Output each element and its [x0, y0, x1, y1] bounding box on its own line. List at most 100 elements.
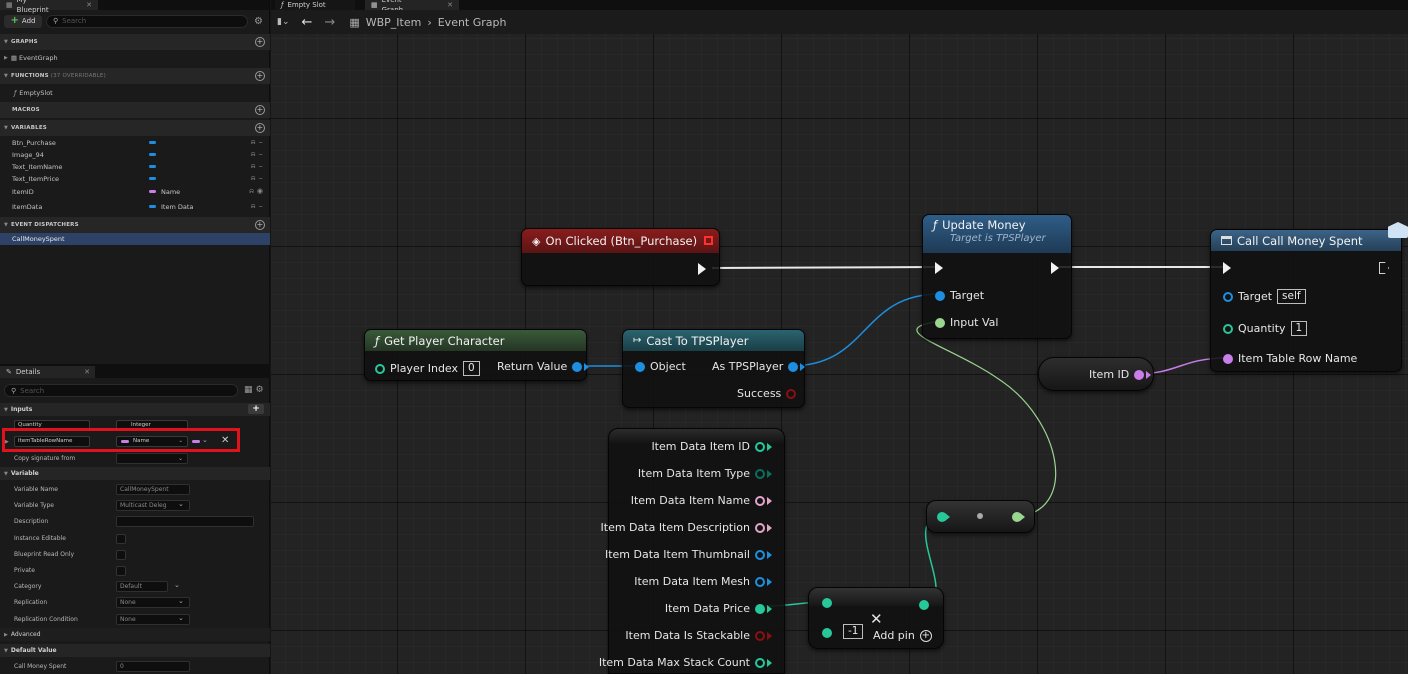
break-struct-pin[interactable]: Item Data Item Type	[638, 467, 772, 480]
node-title: Call Call Money Spent	[1237, 233, 1363, 248]
pin-label: As TPSPlayer	[712, 360, 784, 373]
success-pin[interactable]: Success	[737, 387, 797, 400]
quantity-field[interactable]: 1	[1290, 321, 1308, 336]
int-pin-icon[interactable]	[822, 598, 832, 608]
pin-icon	[755, 441, 765, 452]
pin-label: Return Value	[497, 360, 568, 373]
pin-icon	[755, 495, 765, 506]
pin-label: Item Data Item ID	[651, 440, 750, 453]
break-struct-pin[interactable]: Item Data Item Name	[631, 494, 772, 507]
break-item-data-node[interactable]: Item Data Item ID Item Data Item Type Item…	[599, 428, 785, 674]
dispatcher-icon	[1221, 236, 1232, 245]
exec-in-pin[interactable]	[935, 262, 943, 274]
pin-label: Object	[650, 360, 686, 373]
item-id-pin[interactable]: Item ID	[1089, 368, 1152, 381]
pin-label: Item Data Is Stackable	[625, 629, 750, 642]
int-pin-icon	[375, 363, 385, 374]
exec-out-pin[interactable]	[1379, 262, 1389, 274]
input-val-pin[interactable]: Input Val	[935, 316, 998, 329]
quantity-pin[interactable]: Quantity 1	[1223, 321, 1308, 336]
multiply-value-field[interactable]: -1	[843, 624, 864, 639]
return-value-pin[interactable]: Return Value	[497, 360, 590, 373]
call-money-spent-node[interactable]: Call Call Money Spent Target self Quanti…	[1210, 229, 1402, 372]
as-tpsplayer-pin[interactable]: As TPSPlayer	[712, 360, 806, 373]
int-pin-icon[interactable]	[919, 600, 929, 610]
add-pin-label: Add pin	[873, 629, 915, 642]
target-self-field[interactable]: self	[1277, 289, 1306, 304]
node-header: Call Call Money Spent	[1211, 230, 1401, 251]
node-header: ◈ On Clicked (Btn_Purchase)	[522, 229, 719, 253]
exec-out-pin[interactable]	[698, 263, 706, 275]
break-struct-pin[interactable]: Item Data Max Stack Count	[599, 656, 772, 669]
pin-icon	[755, 657, 765, 668]
player-index-pin[interactable]: Player Index 0	[375, 361, 480, 376]
pin-label: Item Data Item Description	[600, 521, 750, 534]
node-title: Update Money	[942, 218, 1026, 232]
cast-icon: ↦	[633, 335, 642, 346]
exec-wire	[711, 266, 936, 269]
function-icon: ƒ	[933, 218, 938, 232]
pin-icon	[755, 630, 765, 641]
break-struct-pin[interactable]: Item Data Item Description	[601, 521, 772, 534]
node-title: Get Player Character	[384, 333, 505, 348]
object-pin-icon	[935, 290, 945, 301]
object-pin-icon	[572, 361, 583, 372]
break-struct-pin[interactable]: Item Data Price	[665, 602, 772, 615]
node-header: ↦ Cast To TPSPlayer	[623, 330, 804, 351]
name-pin-icon	[1134, 369, 1145, 380]
player-index-field[interactable]: 0	[463, 361, 480, 376]
pin-label: Target	[950, 289, 985, 302]
on-clicked-node[interactable]: ◈ On Clicked (Btn_Purchase)	[521, 228, 720, 286]
update-money-node[interactable]: ƒ Update Money Target is TPSPlayer Targe…	[922, 214, 1072, 339]
pin-label: Target	[1238, 290, 1273, 303]
pin-label: Quantity	[1238, 322, 1286, 335]
break-struct-pin[interactable]: Item Data Item Mesh	[634, 575, 772, 588]
pin-icon	[755, 603, 765, 614]
get-player-character-node[interactable]: ƒ Get Player Character Player Index 0 Re…	[364, 329, 590, 381]
name-pin-icon	[1223, 353, 1233, 364]
target-pin[interactable]: Target	[935, 289, 984, 302]
delegate-pin-icon[interactable]	[704, 236, 713, 245]
exec-in-pin[interactable]	[1223, 262, 1231, 274]
pin-label: Input Val	[950, 316, 999, 329]
pin-label: Player Index	[390, 362, 459, 375]
node-header: ƒ Get Player Character	[365, 330, 586, 351]
object-pin-icon	[635, 361, 645, 372]
pin-label: Item Data Price	[664, 602, 750, 615]
pin-label: Item Data Item Thumbnail	[604, 548, 750, 561]
object-pin-icon	[788, 361, 799, 372]
item-id-getter-node[interactable]: Item ID	[1038, 357, 1154, 391]
pin-label: Success	[737, 387, 782, 400]
pin-icon	[755, 576, 765, 587]
cast-to-tpsplayer-node[interactable]: ↦ Cast To TPSPlayer Object As TPSPlayer …	[622, 329, 806, 408]
pin-icon	[755, 468, 765, 479]
pin-label: Item Data Max Stack Count	[598, 656, 750, 669]
pin-label: Item Data Item Mesh	[634, 575, 750, 588]
pin-icon	[755, 549, 765, 560]
reroute-dot	[977, 513, 983, 519]
node-title: Cast To TPSPlayer	[646, 333, 749, 348]
reroute-node[interactable]	[926, 500, 1035, 533]
function-icon: ƒ	[375, 333, 380, 348]
plus-circle-icon: +	[919, 629, 932, 642]
pin-label: Item ID	[1089, 368, 1130, 381]
int-pin-icon	[1223, 323, 1233, 334]
event-icon: ◈	[532, 234, 541, 248]
object-in-pin[interactable]: Object	[635, 360, 686, 373]
pin-label: Item Data Item Name	[630, 494, 750, 507]
target-pin[interactable]: Target self	[1223, 289, 1306, 304]
node-title: On Clicked (Btn_Purchase)	[545, 234, 698, 248]
exec-out-pin[interactable]	[1051, 262, 1059, 274]
object-wire	[789, 293, 941, 367]
break-struct-pin[interactable]: Item Data Item ID	[651, 440, 772, 453]
break-struct-pin[interactable]: Item Data Is Stackable	[625, 629, 772, 642]
node-subtitle: Target is TPSPlayer	[950, 233, 1046, 244]
int-pin-icon[interactable]	[822, 628, 832, 638]
multiply-icon: ✕	[870, 610, 883, 628]
add-pin-button[interactable]: Add pin +	[873, 629, 932, 642]
multiply-node[interactable]: ✕ -1 Add pin +	[808, 587, 944, 649]
float-wire	[916, 320, 1057, 518]
item-table-row-name-pin[interactable]: Item Table Row Name	[1223, 352, 1357, 365]
bool-pin-icon	[786, 388, 797, 399]
break-struct-pin[interactable]: Item Data Item Thumbnail	[605, 548, 772, 561]
